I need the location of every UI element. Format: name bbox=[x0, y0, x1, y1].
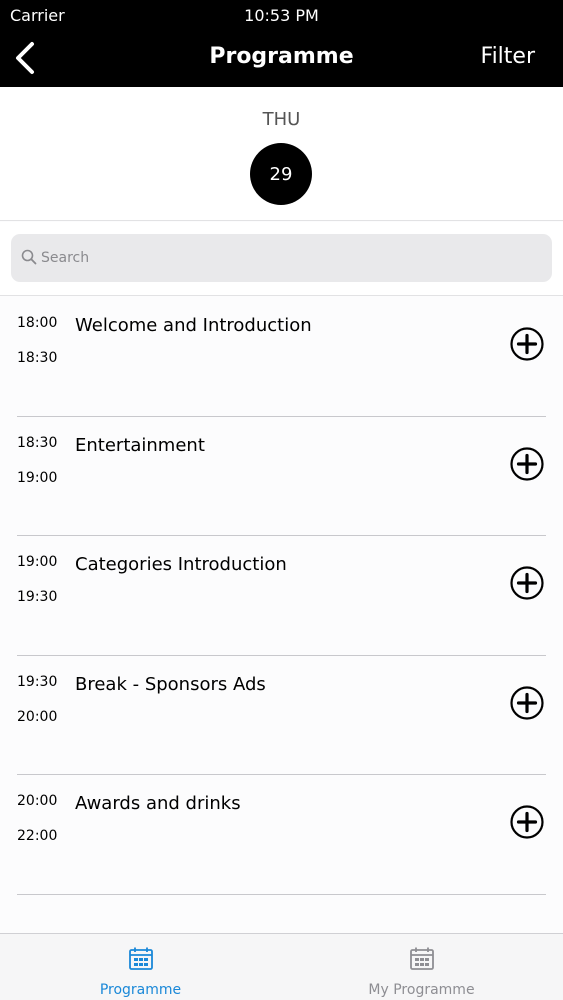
list-item[interactable]: 19:30 20:00 Break - Sponsors Ads bbox=[0, 656, 563, 776]
add-circle-icon[interactable] bbox=[510, 685, 544, 720]
navigation-bar: Programme Filter bbox=[0, 30, 563, 87]
header: Carrier 10:53 PM Programme Filter bbox=[0, 0, 563, 87]
add-circle-icon[interactable] bbox=[510, 805, 544, 839]
status-bar: Carrier 10:53 PM bbox=[0, 0, 563, 30]
programme-list: 18:00 18:30 Welcome and Introduction 18:… bbox=[0, 297, 563, 895]
tab-my-programme[interactable]: My Programme bbox=[281, 934, 562, 1000]
page-title: Programme bbox=[209, 44, 354, 69]
list-item[interactable]: 19:00 19:30 Categories Introduction bbox=[0, 536, 563, 656]
list-item[interactable]: 20:00 22:00 Awards and drinks bbox=[0, 775, 563, 895]
end-time: 20:00 bbox=[17, 708, 58, 725]
search-box[interactable] bbox=[11, 234, 552, 282]
start-time: 19:00 bbox=[17, 554, 58, 570]
end-time: 22:00 bbox=[17, 828, 58, 844]
weekday-label: THU bbox=[262, 109, 301, 130]
start-time: 18:30 bbox=[17, 434, 58, 451]
end-time: 19:30 bbox=[17, 589, 58, 605]
tab-label: My Programme bbox=[368, 982, 475, 998]
add-circle-icon[interactable] bbox=[510, 566, 544, 600]
list-item[interactable]: 18:30 19:00 Entertainment bbox=[0, 417, 563, 537]
calendar-icon bbox=[410, 947, 434, 970]
search-section bbox=[0, 222, 563, 296]
tab-bar: Programme My Programme bbox=[0, 933, 563, 1000]
end-time: 18:30 bbox=[17, 350, 58, 366]
session-title: Categories Introduction bbox=[75, 554, 287, 575]
filter-button[interactable]: Filter bbox=[481, 44, 535, 69]
start-time: 19:30 bbox=[17, 673, 58, 690]
end-time: 19:00 bbox=[17, 469, 58, 486]
session-title: Break - Sponsors Ads bbox=[75, 673, 266, 695]
session-title: Welcome and Introduction bbox=[75, 315, 312, 336]
list-item[interactable]: 18:00 18:30 Welcome and Introduction bbox=[0, 297, 563, 417]
add-circle-icon[interactable] bbox=[510, 446, 544, 481]
session-title: Awards and drinks bbox=[75, 793, 241, 814]
status-time: 10:53 PM bbox=[244, 6, 319, 25]
selected-day-button[interactable]: 29 bbox=[250, 143, 312, 205]
search-icon bbox=[21, 249, 37, 265]
date-selector: THU 29 bbox=[0, 87, 563, 221]
tab-label: Programme bbox=[99, 982, 182, 998]
start-time: 20:00 bbox=[17, 793, 58, 809]
search-input[interactable] bbox=[41, 244, 521, 272]
session-title: Entertainment bbox=[75, 434, 205, 456]
add-circle-icon[interactable] bbox=[510, 327, 544, 361]
calendar-icon bbox=[129, 947, 153, 970]
tab-programme[interactable]: Programme bbox=[0, 934, 281, 1000]
start-time: 18:00 bbox=[17, 315, 58, 331]
